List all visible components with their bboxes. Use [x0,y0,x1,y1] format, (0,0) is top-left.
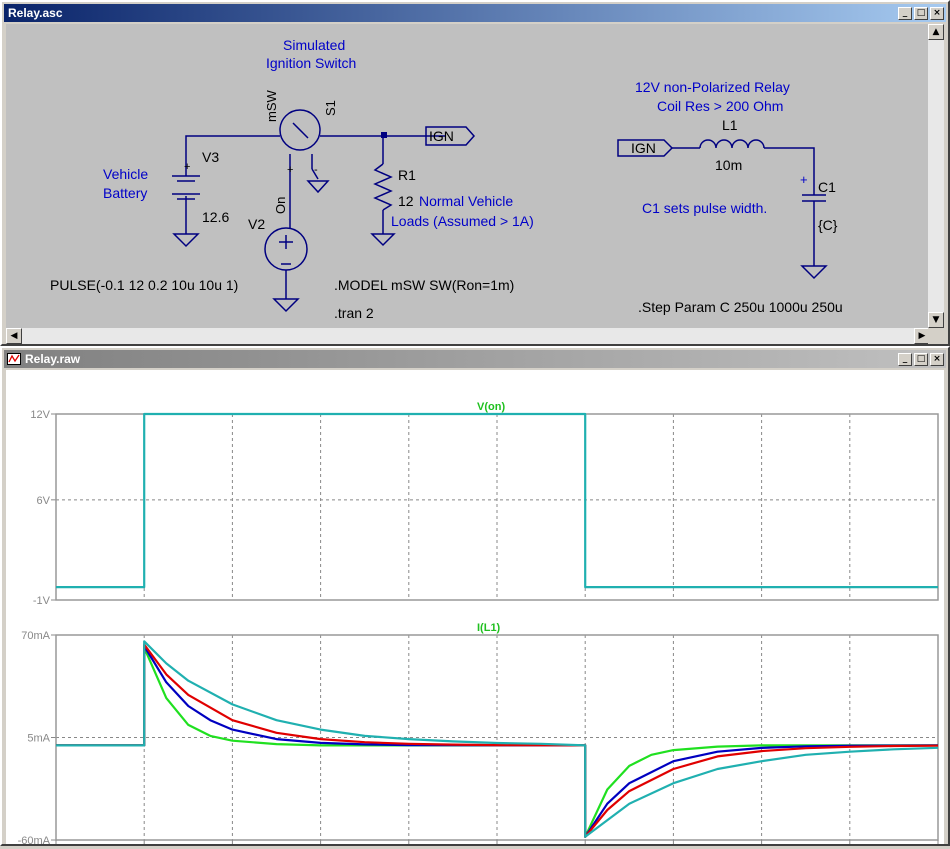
ground-icon [800,265,828,280]
loads-label-1: Normal Vehicle [419,193,513,209]
v2-ref-label: V2 [248,216,265,232]
horizontal-scrollbar[interactable]: ◀ ▶ [6,328,930,344]
schematic-canvas[interactable]: + + - + Simulated Ignition Switch mSW S1… [6,24,930,328]
trace-title: V(on) [477,401,505,413]
close-button[interactable]: × [930,6,944,20]
y-tick-label: -60mA [18,835,51,844]
schematic-drawing: + + - + Simulated Ignition Switch mSW S1… [50,37,843,321]
vertical-scrollbar[interactable]: ▲ ▼ [928,24,944,328]
inductor-icon [699,139,765,149]
switch-title-1: Simulated [283,37,345,53]
y-tick-label: -1V [33,595,51,607]
c1-ref-label: C1 [818,179,836,195]
relay-label-2: Coil Res > 200 Ohm [657,98,783,114]
pulse-directive: PULSE(-0.1 12 0.2 10u 10u 1) [50,277,238,293]
trace-title: I(L1) [477,622,501,634]
ground-icon [172,233,200,248]
battery-label-2: Battery [103,185,147,201]
y-tick-label: 6V [37,495,51,507]
trace-line [56,644,939,838]
tran-directive: .tran 2 [334,305,374,321]
switch-model-label: mSW [264,90,279,123]
schematic-titlebar[interactable]: Relay.asc _ □ × [4,4,946,22]
schematic-window: Relay.asc _ □ × + + - + Simulated Igniti… [0,0,950,346]
svg-text:+: + [800,172,808,187]
minimize-button[interactable]: _ [898,6,912,20]
ground-icon [306,180,330,194]
battery-label-1: Vehicle [103,166,148,182]
waveform-window: Relay.raw _ □ × 12V 6V -1V V(on) 70mA 5mA -60m… [0,346,950,849]
ground-icon [370,233,396,247]
switch-ref-label: S1 [323,100,338,116]
loads-label-2: Loads (Assumed > 1A) [391,213,534,229]
r1-value-label: 12 [398,193,414,209]
v3-value-label: 12.6 [202,209,229,225]
c1-note-label: C1 sets pulse width. [642,200,767,216]
close-button[interactable]: × [930,352,944,366]
l1-value-label: 10m [715,157,742,173]
c1-value-label: {C} [818,217,838,233]
scroll-left-button[interactable]: ◀ [6,328,22,344]
scrollbar-corner [928,328,944,344]
ign-out-label: IGN [429,128,454,144]
svg-text:+: + [287,164,293,176]
waveform-icon [7,353,21,365]
maximize-button[interactable]: □ [914,352,928,366]
y-tick-label: 70mA [21,630,50,642]
schematic-title: Relay.asc [8,6,63,20]
v3-ref-label: V3 [202,149,219,165]
svg-text:+: + [184,161,190,173]
waveform-title: Relay.raw [25,352,81,366]
y-tick-label: 5mA [27,733,50,745]
r1-ref-label: R1 [398,167,416,183]
scroll-down-button[interactable]: ▼ [928,312,944,328]
svg-text:-: - [314,164,318,176]
y-tick-label: 12V [30,409,50,421]
step-directive: .Step Param C 250u 1000u 250u [638,299,843,315]
switch-title-2: Ignition Switch [266,55,356,71]
wire-battery-top [185,135,280,159]
waveform-plot: 12V6V-1VV(on)70mA5mA-60mAI(L1)0.0s0.2s0.… [18,401,949,849]
control-net-label: On [273,197,288,214]
ign-in-label: IGN [631,140,656,156]
model-directive: .MODEL mSW SW(Ron=1m) [334,277,514,293]
waveform-titlebar[interactable]: Relay.raw _ □ × [4,350,946,368]
ground-icon [272,298,300,313]
maximize-button[interactable]: □ [914,6,928,20]
minimize-button[interactable]: _ [898,352,912,366]
waveform-plot-area[interactable]: 12V6V-1VV(on)70mA5mA-60mAI(L1)0.0s0.2s0.… [6,370,949,849]
relay-label-1: 12V non-Polarized Relay [635,79,790,95]
l1-ref-label: L1 [722,117,738,133]
scroll-up-button[interactable]: ▲ [928,24,944,40]
junction-dot [381,132,387,138]
